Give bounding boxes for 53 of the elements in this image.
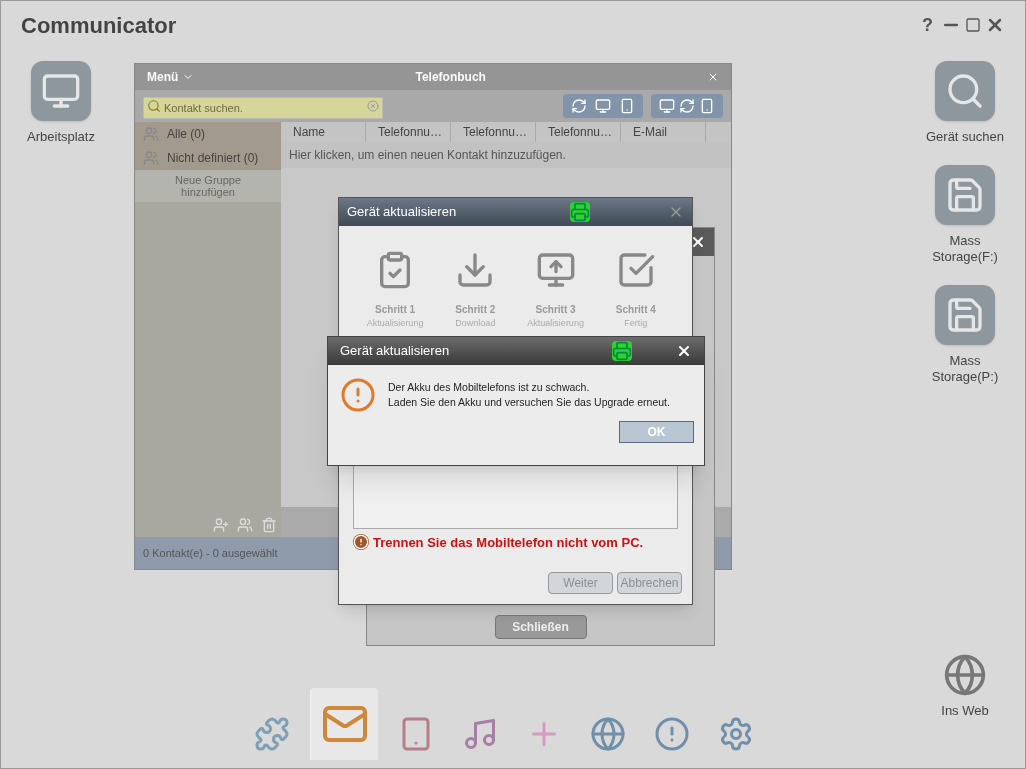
menu-button[interactable]: Menü — [147, 68, 195, 86]
help-button[interactable]: ? — [918, 11, 937, 39]
computer-icon[interactable] — [595, 98, 611, 114]
step-label: Schritt 4 — [615, 303, 656, 317]
window-title: Telefonbuch — [414, 69, 487, 86]
group-icon — [143, 125, 159, 142]
phone-icon[interactable] — [699, 98, 715, 114]
search-icon[interactable] — [935, 61, 995, 121]
status-text: 0 Kontakt(e) - 0 ausgewählt — [143, 545, 278, 561]
sync-icon[interactable] — [571, 98, 587, 114]
step-caption: Download — [455, 317, 496, 330]
globe-icon[interactable] — [943, 652, 987, 697]
computer-icon[interactable] — [659, 98, 675, 114]
close-icon[interactable] — [690, 234, 706, 250]
phone-icon[interactable] — [619, 98, 635, 114]
add-group-link[interactable]: Neue Gruppe hinzufügen — [135, 170, 281, 202]
step-caption: Fertig — [624, 317, 648, 330]
desktop-icon-label: Gerät suchen — [925, 129, 1004, 145]
group-icon — [143, 149, 159, 166]
web-link-label[interactable]: Ins Web — [941, 700, 989, 720]
warning-icon — [340, 377, 376, 413]
warning-icon — [353, 534, 369, 551]
step-label: Schritt 1 — [375, 303, 416, 317]
app-title: Communicator — [21, 11, 177, 40]
close-icon[interactable] — [676, 343, 692, 359]
close-button[interactable]: Schließen — [494, 615, 587, 639]
dialog-title: Gerät aktualisieren — [347, 203, 457, 222]
step-label: Schritt 3 — [535, 303, 576, 317]
contacts-icon[interactable] — [237, 517, 253, 533]
step-caption: Aktualisierung — [366, 317, 424, 330]
step-label: Schritt 2 — [455, 303, 496, 317]
add-contact-icon[interactable] — [213, 517, 229, 533]
maximize-icon[interactable] — [965, 17, 981, 33]
printer-icon[interactable] — [612, 341, 632, 361]
step-caption: Aktualisierung — [527, 317, 584, 330]
alert-message: Der Akku des Mobiltelefons ist zu schwach. — [388, 380, 591, 395]
add-contact-hint[interactable]: Hier klicken, um einen neuen Kontakt hinzuzufügen. — [281, 142, 731, 168]
warning-text: Trennen Sie das Mobiltelefon nicht vom PC. — [373, 533, 644, 552]
desktop-icon-label: Mass Storage(F:) — [931, 233, 999, 265]
alert-message: Laden Sie den Akku und versuchen Sie das Upgrade erneut. — [388, 395, 670, 410]
desktop-icon-label: Arbeitsplatz — [27, 129, 95, 145]
sync-icon[interactable] — [679, 98, 695, 114]
clear-icon[interactable] — [367, 100, 379, 112]
group-item[interactable]: Alle (0) — [135, 122, 281, 146]
dialog-title: Gerät aktualisieren — [340, 342, 450, 361]
trash-icon[interactable] — [261, 517, 277, 533]
computer-upload-icon — [535, 250, 576, 290]
group-item[interactable]: Nicht definiert (0) — [135, 146, 281, 170]
search-field[interactable]: Kontakt suchen. — [143, 97, 383, 119]
printer-icon[interactable] — [570, 202, 590, 222]
computer-icon[interactable] — [31, 61, 91, 121]
search-icon — [147, 99, 161, 113]
desktop-icon-label: Mass Storage(P:) — [930, 353, 1000, 385]
